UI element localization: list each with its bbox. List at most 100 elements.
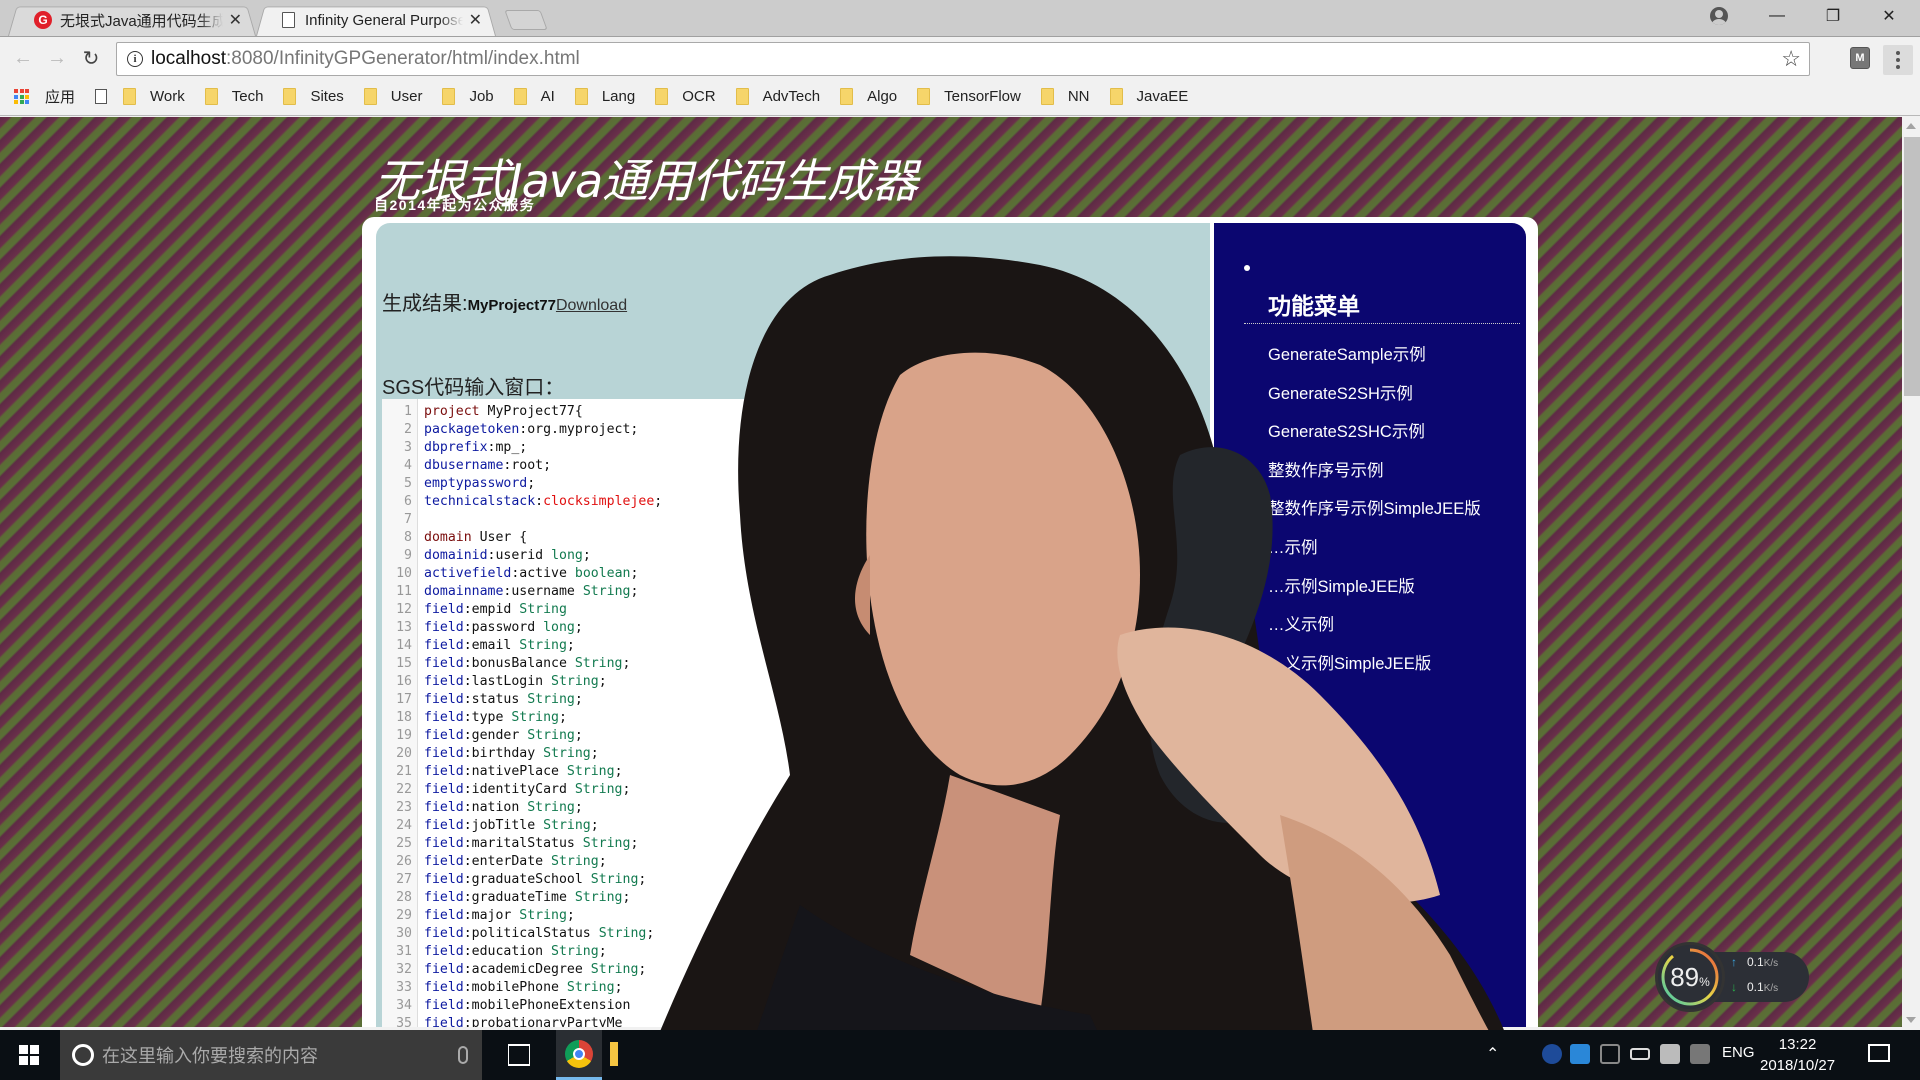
bookmark-folder-ocr[interactable]: OCR xyxy=(655,88,716,105)
code-token: domainname xyxy=(424,584,504,599)
code-line: 19 field:gender String; xyxy=(382,727,1182,745)
microphone-icon[interactable] xyxy=(458,1046,468,1064)
sidebar-menu-item[interactable]: …义示例 xyxy=(1268,611,1334,635)
code-token: field xyxy=(424,638,464,653)
address-bar[interactable]: i localhost:8080/InfinityGPGenerator/htm… xyxy=(116,42,1810,76)
sidebar-menu-item[interactable]: …示例SimpleJEE版 xyxy=(1268,573,1415,597)
code-line: 27 field:graduateSchool String; xyxy=(382,871,1182,889)
sidebar-menu-item[interactable]: …义示例SimpleJEE版 xyxy=(1268,650,1431,674)
app-tray-icon[interactable] xyxy=(1570,1044,1590,1064)
taskbar-chrome[interactable] xyxy=(556,1030,602,1080)
sidebar-menu-item[interactable]: 整数作序号示例 xyxy=(1268,457,1384,481)
device-check-icon[interactable] xyxy=(1660,1044,1680,1064)
bookmark-folder-lang[interactable]: Lang xyxy=(574,88,635,105)
minimize-button[interactable]: — xyxy=(1754,0,1800,32)
sidebar-menu-item[interactable]: GenerateSample示例 xyxy=(1268,341,1426,365)
tab-infinity-general-purpose[interactable]: Infinity General Purpose ✕ xyxy=(256,4,496,36)
reload-button[interactable]: ↻ xyxy=(78,45,104,71)
start-button[interactable] xyxy=(0,1030,58,1080)
code-token: ; xyxy=(638,872,647,887)
download-link[interactable]: Download xyxy=(556,297,627,315)
bookmark-folder-javaee[interactable]: JavaEE xyxy=(1109,88,1188,105)
browser-menu-button[interactable] xyxy=(1883,45,1913,75)
code-token: clocksimplejee xyxy=(543,494,655,509)
system-clock[interactable]: 13:22 2018/10/27 xyxy=(1760,1034,1835,1076)
task-view-icon[interactable] xyxy=(508,1044,530,1066)
bookmark-folder-tech[interactable]: Tech xyxy=(204,88,263,105)
close-icon[interactable]: ✕ xyxy=(469,10,482,30)
tab-generator-cn[interactable]: G 无垠式Java通用代码生成器 ✕ xyxy=(8,4,256,36)
scroll-down-arrow-icon[interactable] xyxy=(1906,1017,1916,1023)
input-language[interactable]: ENG xyxy=(1722,1044,1755,1061)
bookmark-folder-sites[interactable]: Sites xyxy=(283,88,344,105)
main-panel: 生成结果: MyProject77 Download SGS代码输入窗口： 1p… xyxy=(362,217,1538,1027)
sidebar-menu-item[interactable]: …示例 xyxy=(1268,534,1318,558)
show-hidden-icons-chevron-icon[interactable]: ⌃ xyxy=(1486,1044,1499,1064)
code-line: 15 field:bonusBalance String; xyxy=(382,655,1182,673)
sidebar-menu-item[interactable]: …例 xyxy=(1268,688,1301,712)
code-line: 9 domainid:userid long; xyxy=(382,547,1182,565)
bookmark-folder-user[interactable]: User xyxy=(363,88,422,105)
bookmark-folder-advtech[interactable]: AdvTech xyxy=(735,88,820,105)
page-scrollbar[interactable] xyxy=(1902,117,1920,1027)
code-token: : xyxy=(535,494,544,509)
network-speed-widget[interactable]: 89% ↑ 0.1K/s ↓ 0.1K/s xyxy=(1655,942,1809,1012)
page-icon xyxy=(282,12,295,28)
code-token: ; xyxy=(630,584,639,599)
new-tab-button[interactable] xyxy=(504,10,548,30)
sidebar-menu-item[interactable]: …示例 xyxy=(1268,727,1318,751)
sgs-code-editor[interactable]: 1 project MyProject77{2 packagetoken:org.m… xyxy=(382,399,1192,1027)
bookmark-folder-work[interactable]: Work xyxy=(123,88,185,105)
bookmark-folder-nn[interactable]: NN xyxy=(1040,88,1090,105)
fn-lock-icon[interactable] xyxy=(1690,1044,1710,1064)
code-token: :status xyxy=(463,692,528,707)
maximize-button[interactable]: ❐ xyxy=(1810,0,1856,32)
bookmark-apps[interactable]: 应用 xyxy=(45,86,75,107)
bookmark-label: NN xyxy=(1067,88,1090,105)
code-token: :graduateTime xyxy=(463,890,575,905)
line-number: 35 xyxy=(396,1016,412,1027)
folder-icon xyxy=(1040,88,1054,105)
code-token: ; xyxy=(622,782,631,797)
sidebar-menu-item[interactable]: GenerateS2SH示例 xyxy=(1268,380,1413,404)
code-token: :maritalStatus xyxy=(463,836,583,851)
bluetooth-icon[interactable] xyxy=(1542,1044,1562,1064)
chrome-icon xyxy=(565,1039,593,1068)
mcafee-tray-icon[interactable] xyxy=(1600,1044,1620,1064)
close-icon[interactable]: ✕ xyxy=(229,10,242,30)
memory-percent: 89% xyxy=(1670,961,1710,992)
page-icon[interactable] xyxy=(95,89,108,104)
line-number: 26 xyxy=(396,854,412,869)
code-line: 20 field:birthday String; xyxy=(382,745,1182,763)
action-center-icon[interactable] xyxy=(1868,1044,1890,1062)
sidebar-menu-item[interactable]: …示例 xyxy=(1268,804,1318,828)
sidebar-menu-item[interactable]: 整数作序号示例SimpleJEE版 xyxy=(1268,495,1481,519)
forward-button[interactable]: → xyxy=(44,45,70,71)
code-token: ; xyxy=(638,962,647,977)
file-explorer-icon[interactable] xyxy=(610,1042,618,1066)
profile-icon[interactable] xyxy=(1710,7,1728,25)
scroll-up-arrow-icon[interactable] xyxy=(1906,123,1916,129)
scroll-thumb[interactable] xyxy=(1904,137,1920,396)
info-icon[interactable]: i xyxy=(127,51,143,67)
battery-icon[interactable] xyxy=(1630,1048,1650,1060)
code-line: 2 packagetoken:org.myproject; xyxy=(382,421,1182,439)
code-token: packagetoken xyxy=(424,422,520,437)
bookmark-folder-job[interactable]: Job xyxy=(442,88,494,105)
code-line: 5 emptypassword; xyxy=(382,475,1182,493)
sidebar-menu-item[interactable]: GenerateS2SHC示例 xyxy=(1268,418,1425,442)
line-number: 14 xyxy=(396,638,412,653)
taskbar-search[interactable]: 在这里输入你要搜索的内容 xyxy=(60,1030,482,1080)
bookmark-folder-ai[interactable]: AI xyxy=(513,88,555,105)
bookmark-star-icon[interactable]: ☆ xyxy=(1781,46,1801,72)
function-menu-sidebar: 功能菜单 GenerateSample示例 GenerateS2SH示例 Gener… xyxy=(1214,223,1526,1027)
close-window-button[interactable]: ✕ xyxy=(1866,0,1912,32)
bookmark-folder-algo[interactable]: Algo xyxy=(840,88,897,105)
mcafee-extension-icon[interactable]: M xyxy=(1850,47,1870,69)
apps-grid-icon[interactable] xyxy=(14,89,29,104)
line-number: 30 xyxy=(396,926,412,941)
back-button[interactable]: ← xyxy=(10,45,36,71)
line-number: 28 xyxy=(396,890,412,905)
code-line: 10 activefield:active boolean; xyxy=(382,565,1182,583)
bookmark-folder-tensorflow[interactable]: TensorFlow xyxy=(917,88,1021,105)
